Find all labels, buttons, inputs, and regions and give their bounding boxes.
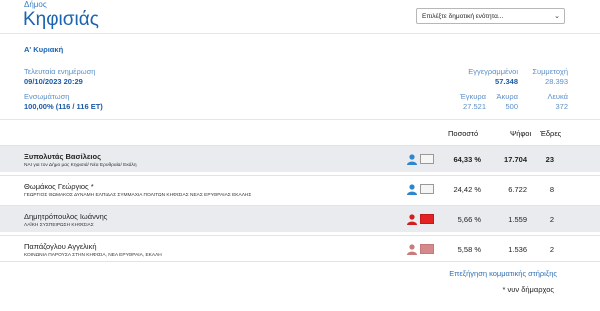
table-row[interactable]: Ξυπολυτάς Βασίλειος ΝΑΙ για τον Δήμο μας…	[0, 145, 600, 172]
party-name: ΛΑΪΚΗ ΣΥΣΠΕΙΡΩΣΗ ΚΗΦΙΣΙΑΣ	[24, 223, 94, 228]
party-color-box	[420, 154, 434, 164]
candidate-name: Δημητρόπουλος Ιωάννης	[24, 212, 108, 221]
blank-label: Λευκά	[547, 92, 568, 101]
candidate-seats: 23	[545, 155, 554, 164]
table-row[interactable]: Παπάζογλου Αγγελική ΚΟΙΝΩΝΙΑ ΠΑΡΟΥΣΑ ΣΤΗ…	[0, 235, 600, 262]
integration-label: Ενσωμάτωση	[24, 92, 70, 101]
party-name: ΓΕΩΡΓΙΟΣ ΘΩΜΑΚΟΣ ΔΥΝΑΜΗ ΕΛΠΙΔΑΣ ΣΥΜΜΑΧΙΑ…	[24, 193, 252, 198]
valid-value: 27.521	[463, 102, 486, 111]
turnout-label: Συμμετοχή	[532, 67, 568, 76]
unit-select[interactable]: Επιλέξτε δημοτική ενότητα... ⌄	[416, 8, 565, 24]
candidate-percent: 24,42 %	[453, 185, 481, 194]
valid-label: Έγκυρα	[459, 92, 486, 101]
candidate-percent: 5,58 %	[457, 245, 481, 254]
party-name: ΝΑΙ για τον Δήμο μας Κηφισιά/ Νέα Ερυθρα…	[24, 163, 137, 168]
last-update-label: Τελευταία ενημέρωση	[24, 67, 96, 76]
last-update-value: 09/10/2023 20:29	[24, 77, 83, 86]
candidate-votes: 17.704	[504, 155, 527, 164]
candidate-votes: 1.559	[508, 215, 527, 224]
invalid-label: Άκυρα	[496, 92, 518, 101]
candidate-seats: 8	[549, 185, 554, 194]
table-row[interactable]: Θωμάκος Γεώργιος * ΓΕΩΡΓΙΟΣ ΘΩΜΑΚΟΣ ΔΥΝΑ…	[0, 175, 600, 202]
unit-select-value: Επιλέξτε δημοτική ενότητα...	[422, 12, 504, 20]
mayor-note: * νυν δήμαρχος	[502, 285, 554, 294]
candidate-percent: 64,33 %	[453, 155, 481, 164]
candidate-name: Παπάζογλου Αγγελική	[24, 242, 97, 251]
party-color-box	[420, 214, 434, 224]
person-icon	[407, 214, 417, 225]
party-color-box	[420, 184, 434, 194]
person-icon	[407, 244, 417, 255]
page-title: Κηφισιάς	[23, 9, 99, 30]
invalid-value: 500	[505, 102, 518, 111]
col-header-votes: Ψήφοι	[510, 129, 532, 138]
col-header-percent: Ποσοστό	[448, 129, 479, 138]
candidate-seats: 2	[549, 245, 554, 254]
registered-value: 57.348	[495, 77, 518, 86]
turnout-value: 28.393	[545, 77, 568, 86]
blank-value: 372	[555, 102, 568, 111]
chevron-down-icon: ⌄	[554, 13, 560, 20]
candidate-votes: 1.536	[508, 245, 527, 254]
person-icon	[407, 154, 417, 165]
table-row[interactable]: Δημητρόπουλος Ιωάννης ΛΑΪΚΗ ΣΥΣΠΕΙΡΩΣΗ Κ…	[0, 205, 600, 232]
integration-value: 100,00% (116 / 116 ΕΤ)	[24, 102, 103, 111]
round-title: Α' Κυριακή	[24, 45, 64, 54]
party-support-link[interactable]: Επεξήγηση κομματικής στήριξης	[449, 269, 557, 278]
candidate-seats: 2	[549, 215, 554, 224]
registered-label: Εγγεγραμμένοι	[468, 67, 518, 76]
person-icon	[407, 184, 417, 195]
party-name: ΚΟΙΝΩΝΙΑ ΠΑΡΟΥΣΑ ΣΤΗΝ ΚΗΦΙΣΙΑ, ΝΕΑ ΕΡΥΘΡ…	[24, 253, 162, 258]
candidate-percent: 5,66 %	[457, 215, 481, 224]
header-divider	[0, 33, 600, 34]
candidate-name: Θωμάκος Γεώργιος *	[24, 182, 94, 191]
col-header-seats: Έδρες	[540, 129, 562, 138]
candidate-votes: 6.722	[508, 185, 527, 194]
party-color-box	[420, 244, 434, 254]
candidate-name: Ξυπολυτάς Βασίλειος	[24, 152, 101, 161]
stats-divider	[0, 119, 600, 120]
municipality-label: Δήμος	[24, 0, 47, 9]
